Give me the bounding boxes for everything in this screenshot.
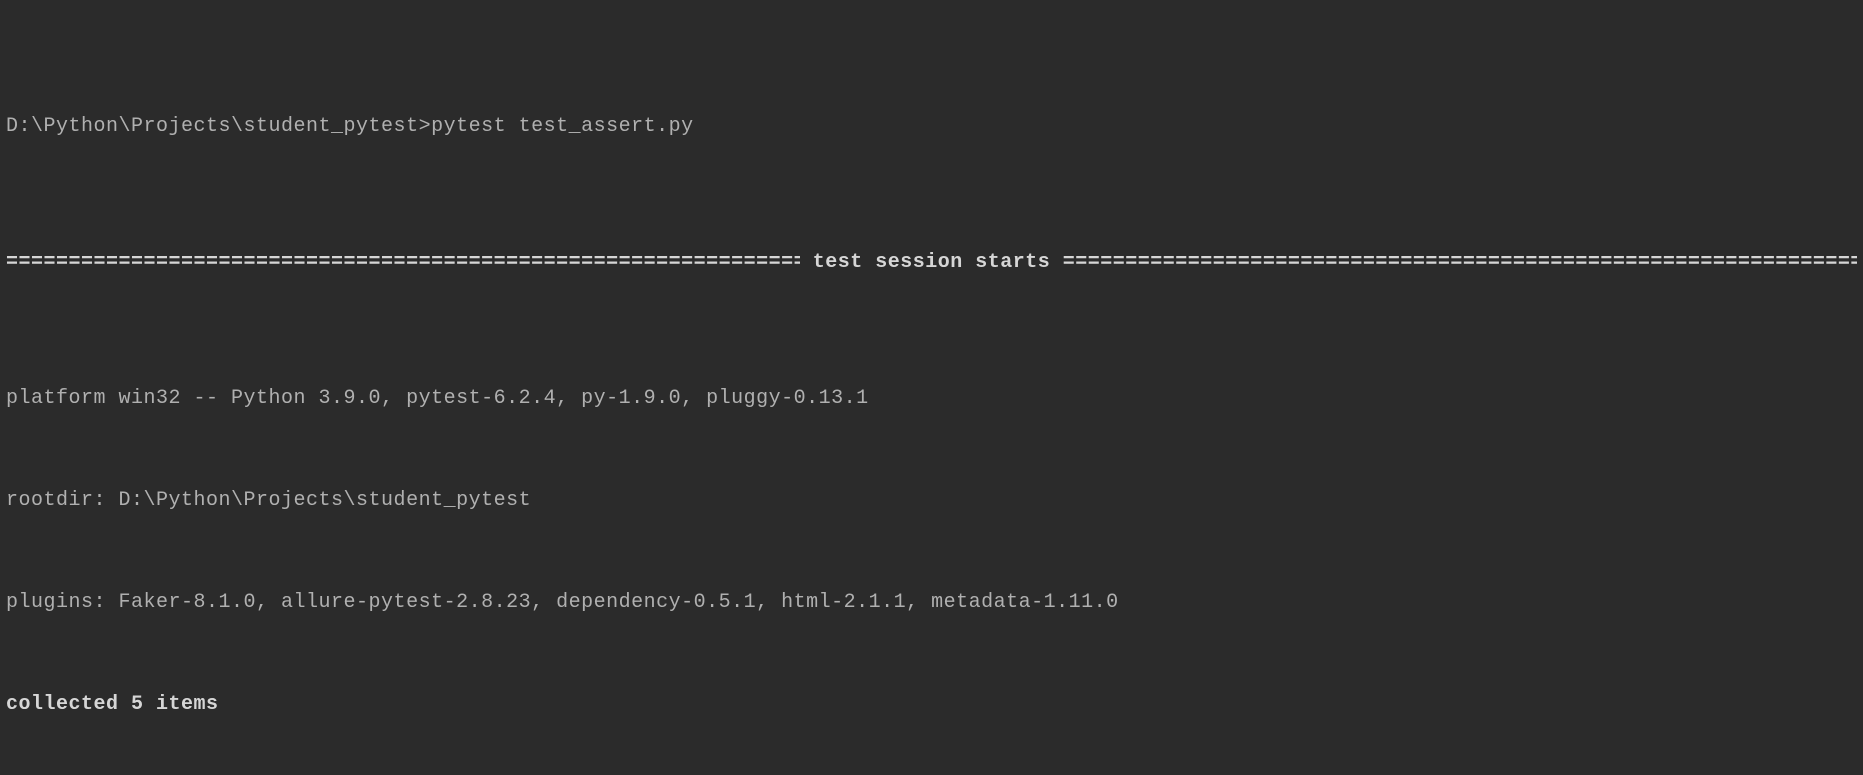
platform-line: platform win32 -- Python 3.9.0, pytest-6…	[6, 382, 1857, 416]
session-header-label: test session starts	[800, 246, 1063, 280]
rule-right: ========================================…	[1063, 246, 1857, 280]
rule-left: ========================================…	[6, 246, 800, 280]
session-header-rule: ========================================…	[6, 246, 1857, 280]
plugins-line: plugins: Faker-8.1.0, allure-pytest-2.8.…	[6, 586, 1857, 620]
command-prompt-line: D:\Python\Projects\student_pytest>pytest…	[6, 110, 1857, 144]
collected-line: collected 5 items	[6, 688, 1857, 722]
rootdir-line: rootdir: D:\Python\Projects\student_pyte…	[6, 484, 1857, 518]
terminal-output: D:\Python\Projects\student_pytest>pytest…	[0, 0, 1863, 775]
